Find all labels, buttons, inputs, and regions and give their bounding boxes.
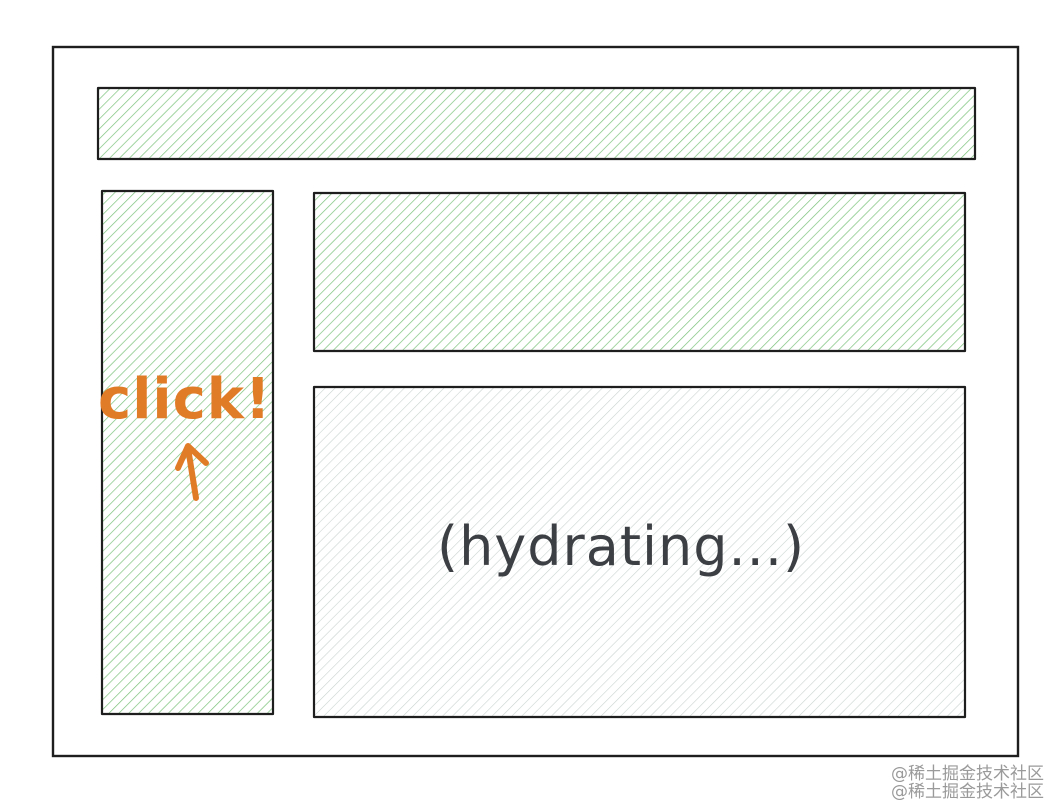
content-top-block [312, 191, 967, 353]
watermark-line-2: @稀土掘金技术社区 [891, 782, 1044, 802]
hydrating-status: (hydrating...) [437, 515, 805, 578]
header-block [96, 86, 977, 161]
click-annotation: click! [98, 367, 272, 432]
page-layout-diagram: click! (hydrating...) [51, 45, 1020, 758]
